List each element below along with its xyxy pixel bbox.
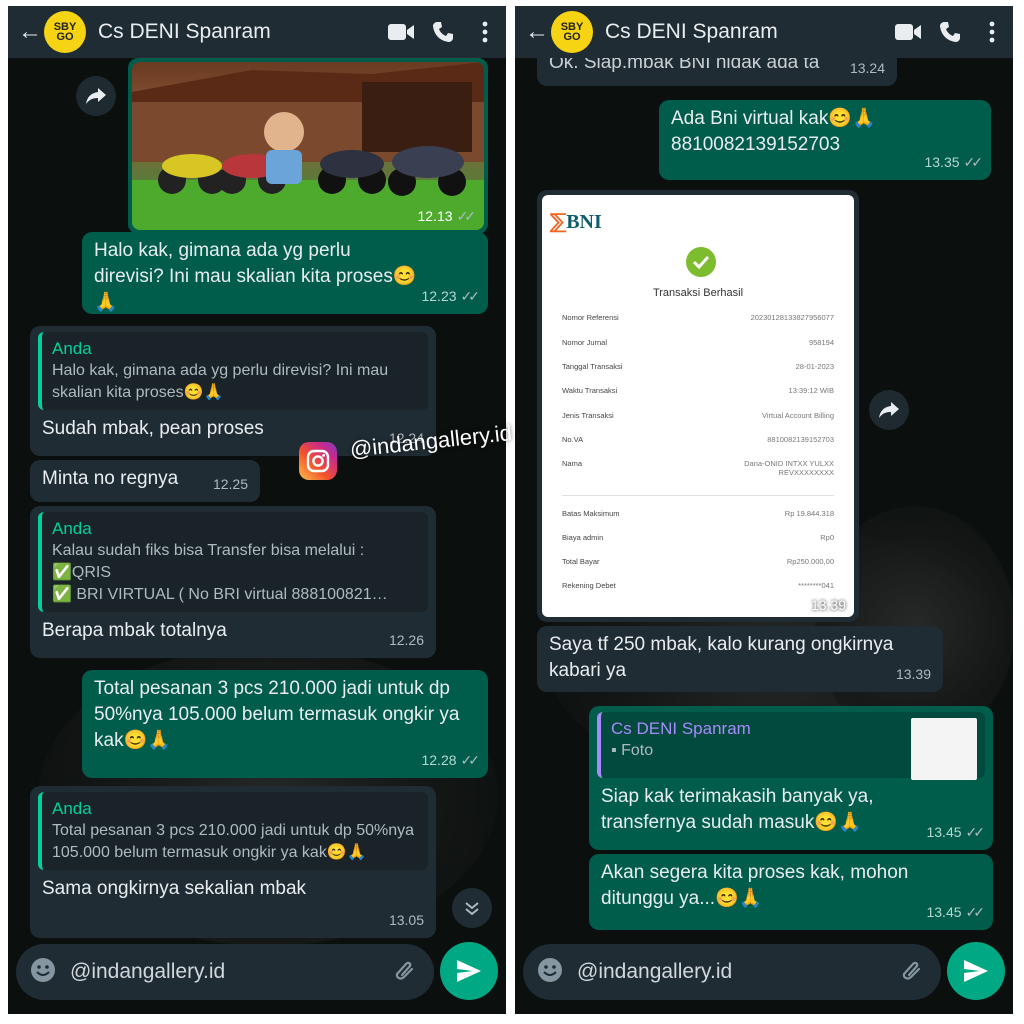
photo-icon: ▪ <box>611 742 622 759</box>
more-options-icon[interactable] <box>464 21 506 43</box>
message-bubble-incoming[interactable]: Anda Kalau sudah fiks bisa Transfer bisa… <box>30 506 436 658</box>
quoted-message[interactable]: Anda Kalau sudah fiks bisa Transfer bisa… <box>38 512 428 612</box>
receipt-row: Tanggal Transaksi 28-01-2023 <box>562 362 834 371</box>
bni-logo: ⅀BNI <box>550 211 602 233</box>
phone-call-icon[interactable] <box>929 20 971 44</box>
receipt-row: Biaya admin Rp0 <box>562 533 834 542</box>
message-text: Halo kak, gimana ada yg perlu direvisi? … <box>94 240 417 313</box>
more-options-icon[interactable] <box>971 21 1013 43</box>
instagram-icon <box>299 442 337 480</box>
motorcycle-photo[interactable]: 12.13 ✓✓ <box>132 62 484 230</box>
message-bubble-outgoing[interactable]: Halo kak, gimana ada yg perlu direvisi? … <box>82 232 488 314</box>
bni-receipt[interactable]: ⅀BNI Transaksi Berhasil Nomor Referensi 2… <box>542 195 854 617</box>
message-bubble-incoming[interactable]: Saya tf 250 mbak, kalo kurang ongkirnya … <box>537 626 943 692</box>
quote-text: ✅QRIS <box>52 564 112 581</box>
quote-text: Kalau sudah fiks bisa Transfer bisa mela… <box>52 542 365 559</box>
quoted-message[interactable]: Cs DENI Spanram ▪ Foto <box>597 712 985 780</box>
send-icon <box>457 960 481 982</box>
message-input[interactable]: @indangallery.id <box>523 944 941 1000</box>
avatar-text: GO <box>56 31 74 43</box>
message-time: 12.26 <box>388 632 424 648</box>
send-button[interactable] <box>947 942 1005 1000</box>
image-message[interactable]: 12.13 ✓✓ <box>128 58 488 234</box>
quote-text: Halo kak, gimana ada yg perlu direvisi? … <box>52 362 389 401</box>
contact-name[interactable]: Cs DENI Spanram <box>605 20 887 44</box>
chat-header: ← SBY GO Cs DENI Spanram <box>515 6 1013 58</box>
attach-icon[interactable] <box>392 957 418 988</box>
emoji-icon[interactable] <box>537 957 563 988</box>
attach-icon[interactable] <box>899 957 925 988</box>
video-call-icon[interactable] <box>887 22 929 42</box>
message-time: 12.28 ✓✓ <box>421 752 480 768</box>
quote-text: ✅ BRI VIRTUAL ( No BRI virtual 888100821… <box>52 586 388 603</box>
quoted-message[interactable]: Anda Total pesanan 3 pcs 210.000 jadi un… <box>38 792 428 870</box>
back-arrow-icon[interactable]: ← <box>18 20 42 44</box>
message-text: Ada Bni virtual kak😊🙏 <box>671 108 876 129</box>
receipt-row: Batas Maksimum Rp 19.844.318 <box>562 509 834 518</box>
message-time: 12.23 ✓✓ <box>421 288 480 304</box>
receipt-row: Waktu Transaksi 13:39:12 WIB <box>562 386 834 395</box>
message-bubble-outgoing[interactable]: Cs DENI Spanram ▪ Foto Siap kak terimaka… <box>589 706 993 850</box>
message-bubble-outgoing[interactable]: Total pesanan 3 pcs 210.000 jadi untuk d… <box>82 670 488 778</box>
avatar[interactable]: SBY GO <box>44 11 86 53</box>
message-time: 13.24 <box>849 60 885 76</box>
message-time: 12.13 ✓✓ <box>417 208 476 224</box>
message-bubble-outgoing[interactable]: Ada Bni virtual kak😊🙏 8810082139152703 1… <box>659 100 991 180</box>
video-call-icon[interactable] <box>380 22 422 42</box>
receipt-image-message[interactable]: ⅀BNI Transaksi Berhasil Nomor Referensi 2… <box>537 190 859 622</box>
receipt-row: Rekening Debet ********041 <box>562 581 834 590</box>
message-time: 13.35 ✓✓ <box>924 154 983 170</box>
message-time: 12.25 <box>212 476 248 492</box>
message-text: Sama ongkirnya sekalian mbak <box>42 878 307 899</box>
message-bubble-incoming[interactable]: Minta no regnya 12.25 <box>30 460 260 502</box>
message-bubble-outgoing[interactable]: Akan segera kita proses kak, mohon ditun… <box>589 854 993 930</box>
message-text: Akan segera kita proses kak, mohon ditun… <box>601 862 909 909</box>
receipt-row: Nomor Referensi 20230128133827956077 <box>562 313 834 322</box>
send-icon <box>964 960 988 982</box>
message-text: Total pesanan 3 pcs 210.000 jadi untuk d… <box>94 678 460 751</box>
chat-pane-right: Ok. Siap.mbak BNI nidak ada ta 13.24 ← S… <box>515 6 1013 1014</box>
quoted-message[interactable]: Anda Halo kak, gimana ada yg perlu direv… <box>38 332 428 410</box>
forward-icon[interactable] <box>76 76 116 116</box>
message-time: 13.45 ✓✓ <box>926 824 985 840</box>
forward-icon[interactable] <box>869 390 909 430</box>
emoji-icon[interactable] <box>30 957 56 988</box>
message-input[interactable]: @indangallery.id <box>16 944 434 1000</box>
chat-header: ← SBY GO Cs DENI Spanram <box>8 6 506 58</box>
receipt-row: Nama Dana-ONID INTXX YULXX REVXXXXXXXX <box>562 459 834 477</box>
avatar-text: GO <box>563 31 581 43</box>
quote-author: Anda <box>52 519 92 538</box>
avatar[interactable]: SBY GO <box>551 11 593 53</box>
chat-pane-left: ← SBY GO Cs DENI Spanram 12.13 ✓✓ Halo k… <box>8 6 506 1014</box>
success-check-icon <box>686 247 716 277</box>
quote-author: Anda <box>52 339 92 358</box>
receipt-divider <box>562 495 834 496</box>
message-text: Siap kak terimakasih banyak ya, transfer… <box>601 786 874 833</box>
receipt-row: No.VA 8810082139152703 <box>562 435 834 444</box>
quote-author: Anda <box>52 799 92 818</box>
message-input-text[interactable]: @indangallery.id <box>577 960 899 984</box>
quote-thumbnail <box>911 718 977 780</box>
receipt-row: Nomor Jurnal 958194 <box>562 338 834 347</box>
message-input-text[interactable]: @indangallery.id <box>70 960 392 984</box>
receipt-row: Total Bayar Rp250.000,00 <box>562 557 834 566</box>
contact-name[interactable]: Cs DENI Spanram <box>98 20 380 44</box>
message-time: 13.39 <box>895 666 931 682</box>
back-arrow-icon[interactable]: ← <box>525 20 549 44</box>
message-time: 13.45 ✓✓ <box>926 904 985 920</box>
receipt-title: Transaksi Berhasil <box>652 287 744 299</box>
send-button[interactable] <box>440 942 498 1000</box>
scroll-down-icon[interactable] <box>452 888 492 928</box>
message-time: 13.39 <box>810 597 846 613</box>
receipt-row: Jenis Transaksi Virtual Account Billing <box>562 411 834 420</box>
phone-call-icon[interactable] <box>422 20 464 44</box>
message-text: Saya tf 250 mbak, kalo kurang ongkirnya … <box>549 634 894 681</box>
quote-text: Total pesanan 3 pcs 210.000 jadi untuk d… <box>52 822 415 861</box>
message-bubble-incoming[interactable]: Anda Total pesanan 3 pcs 210.000 jadi un… <box>30 786 436 938</box>
message-text: Berapa mbak totalnya <box>42 620 227 641</box>
message-time: 13.05 <box>388 912 424 928</box>
